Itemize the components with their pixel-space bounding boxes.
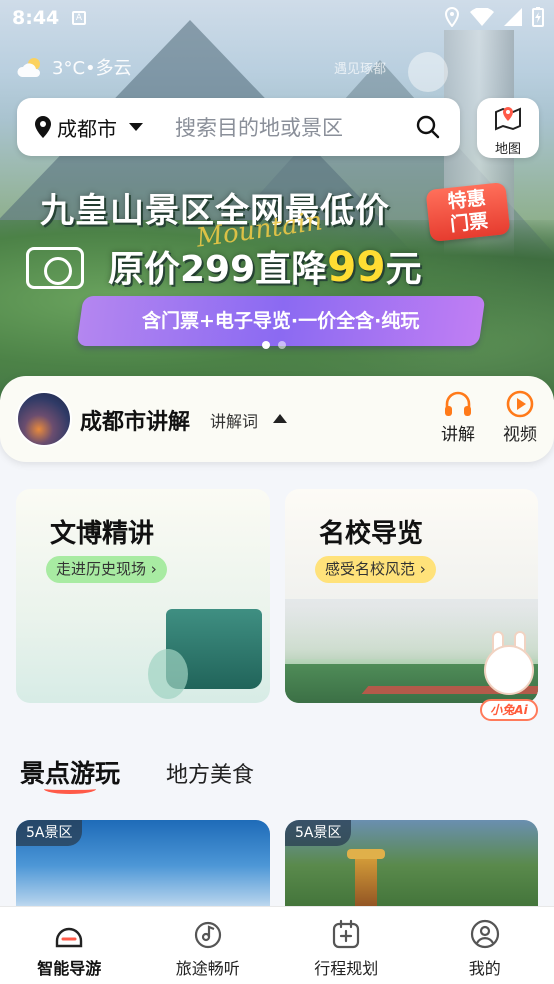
tab-active-indicator	[44, 784, 96, 794]
feature-title: 名校导览	[319, 519, 424, 549]
nav-profile[interactable]: 我的	[416, 907, 554, 984]
location-pin-icon	[35, 116, 51, 138]
nav-trip-plan[interactable]: 行程规划	[277, 907, 416, 984]
home-icon	[56, 927, 83, 948]
map-icon	[495, 107, 521, 131]
explain-audio-button[interactable]: 讲解	[436, 390, 480, 445]
nav-smart-guide[interactable]: 智能导游	[0, 907, 139, 984]
status-time: 8:44	[12, 7, 60, 29]
scenic-level-badge: 5A景区	[16, 820, 83, 846]
camera-icon	[26, 247, 84, 289]
bronze-artifact-image	[148, 609, 262, 699]
city-name: 成都市	[57, 116, 117, 141]
partly-cloudy-icon	[17, 58, 40, 77]
scenic-card[interactable]: 5A景区	[16, 820, 270, 920]
ai-assistant-button[interactable]: 小兔Ai	[478, 631, 540, 725]
city-selector[interactable]: 成都市	[17, 113, 143, 142]
nav-label: 智能导游	[37, 959, 102, 978]
nav-label: 我的	[468, 959, 501, 978]
feature-pill[interactable]: 走进历史现场 ›	[46, 556, 167, 583]
price-value: 99	[327, 242, 386, 291]
banner-price-line: 原价299直降99元	[108, 240, 422, 292]
watermark-text: 遇见琢都	[334, 62, 387, 77]
explain-script-toggle[interactable]: 讲解词	[210, 408, 258, 432]
special-ticket-tag: 特惠 门票	[425, 181, 511, 243]
status-icons	[444, 7, 544, 27]
explain-video-label: 视频	[503, 425, 537, 445]
chevron-up-icon[interactable]	[273, 414, 287, 423]
price-suffix: 元	[385, 249, 422, 290]
museum-feature-card[interactable]: 文博精讲 走进历史现场 ›	[16, 489, 270, 703]
user-icon	[470, 919, 499, 949]
weather-widget: 3°C•多云	[16, 54, 132, 80]
tab-local-food[interactable]: 地方美食	[166, 757, 254, 789]
city-avatar	[16, 391, 72, 447]
scenic-card[interactable]: 5A景区	[285, 820, 538, 920]
price-prefix: 原价299直降	[108, 249, 328, 290]
map-button-label: 地图	[494, 142, 521, 157]
wifi-icon	[470, 8, 494, 26]
ai-assistant-label: 小兔Ai	[480, 699, 538, 721]
battery-icon	[532, 7, 544, 27]
nav-travel-listen[interactable]: 旅途畅听	[139, 907, 278, 984]
search-icon[interactable]	[416, 115, 440, 139]
city-explain-card[interactable]: 成都市讲解 讲解词 讲解 视频	[0, 376, 554, 462]
signal-icon	[504, 8, 522, 26]
nav-label: 旅途畅听	[175, 959, 240, 978]
location-icon	[444, 7, 460, 27]
explain-video-button[interactable]: 视频	[498, 390, 542, 445]
feature-pill[interactable]: 感受名校风范 ›	[315, 556, 436, 583]
feature-title: 文博精讲	[50, 519, 155, 549]
notification-icon: A	[72, 11, 86, 25]
headphones-icon	[445, 391, 471, 416]
chevron-down-icon	[129, 123, 143, 131]
play-circle-icon	[506, 390, 534, 418]
calendar-plus-icon	[333, 919, 360, 949]
map-button[interactable]: 地图	[477, 98, 539, 158]
bottom-nav: 智能导游 旅途畅听 行程规划 我的	[0, 906, 554, 984]
panda-logo	[408, 52, 448, 92]
search-bar[interactable]: 成都市 搜索目的地或景区	[17, 98, 460, 156]
rabbit-mascot-icon	[484, 645, 534, 695]
carousel-dots[interactable]	[262, 341, 286, 349]
weather-text: 3°C•多云	[52, 58, 132, 79]
nav-label: 行程规划	[314, 959, 379, 978]
search-input[interactable]: 搜索目的地或景区	[175, 112, 416, 142]
carousel-dot-active[interactable]	[262, 341, 270, 349]
scenic-level-badge: 5A景区	[285, 820, 352, 846]
banner-ribbon: 含门票+电子导览·一价全含·纯玩	[76, 296, 486, 346]
status-bar: 8:44 A	[0, 0, 554, 36]
ribbon-text: 含门票+电子导览·一价全含·纯玩	[142, 310, 420, 332]
explain-audio-label: 讲解	[441, 425, 475, 445]
explain-title: 成都市讲解	[80, 410, 191, 435]
music-disc-icon	[194, 921, 221, 949]
carousel-dot[interactable]	[278, 341, 286, 349]
